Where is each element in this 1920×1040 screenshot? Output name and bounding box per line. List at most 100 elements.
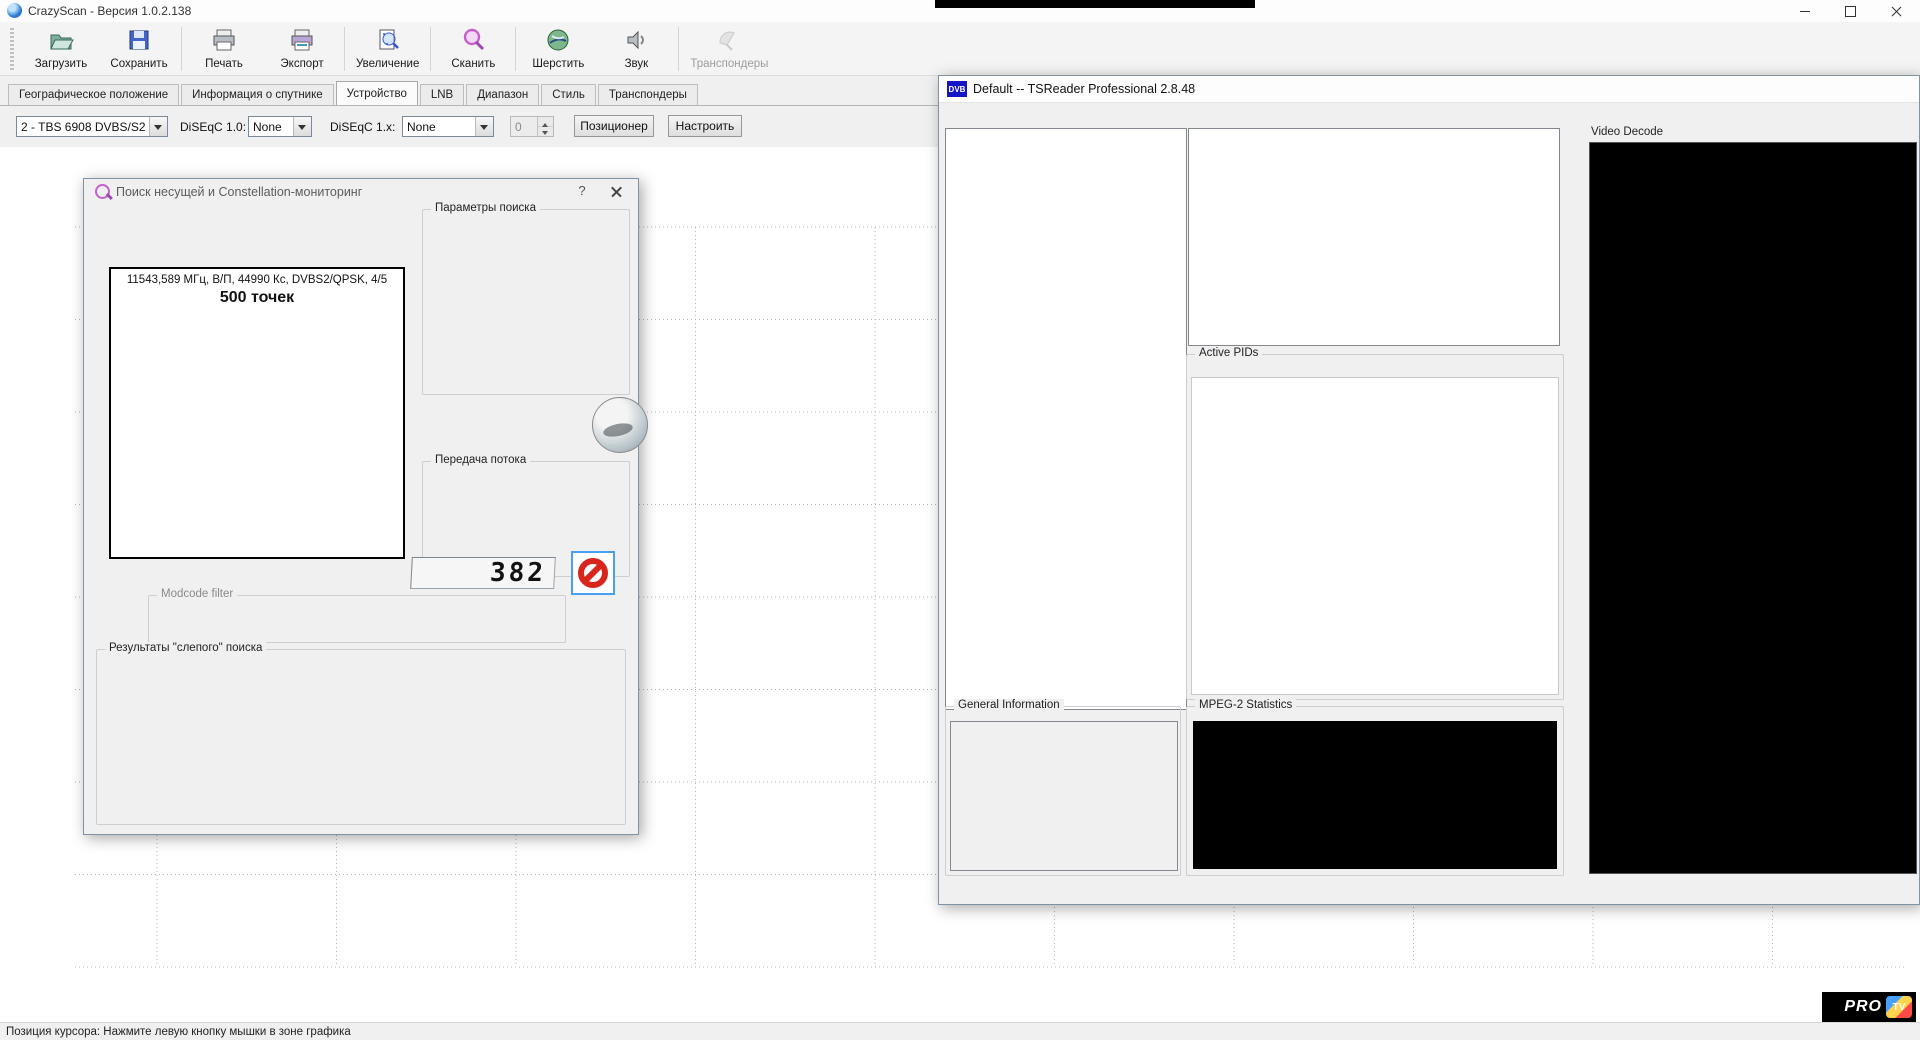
tuner-select-value: 2 - TBS 6908 DVBS/S2 Tuner 0 xyxy=(21,120,149,134)
diseqc10-select-value: None xyxy=(253,120,293,134)
screen: CrazyScan - Версия 1.0.2.138 Загрузить Со… xyxy=(0,0,1920,1040)
carrier-search-dialog: Поиск несущей и Constellation-мониторинг… xyxy=(83,178,639,835)
toolbar-button-label: Сканить xyxy=(451,58,495,70)
dvb-logo-icon: DVB xyxy=(947,81,967,97)
toolbar-button-label: Экспорт xyxy=(280,58,323,70)
toolbar-button-label: Печать xyxy=(205,58,243,70)
active-pids-list[interactable] xyxy=(1191,377,1559,695)
tab-2[interactable]: Информация о спутнике xyxy=(181,84,334,105)
toolbar-button-6[interactable]: Сканить xyxy=(434,25,512,73)
toolbar-grip[interactable] xyxy=(10,28,14,70)
modcode-legend: Modcode filter xyxy=(157,588,237,600)
tab-7[interactable]: Транспондеры xyxy=(598,84,698,105)
status-bar: Позиция курсора: Нажмите левую кнопку мы… xyxy=(0,1022,1920,1040)
toolbar-separator xyxy=(181,27,182,71)
diseqc1x-select[interactable]: None xyxy=(402,116,494,137)
search-params-legend: Параметры поиска xyxy=(431,202,540,214)
chevron-down-icon xyxy=(293,117,311,136)
tab-4[interactable]: LNB xyxy=(420,84,464,105)
stream-legend: Передача потока xyxy=(431,454,530,466)
save-floppy-icon xyxy=(126,27,152,56)
diseqc1x-label: DiSEqC 1.x: xyxy=(330,116,394,137)
maximize-button[interactable] xyxy=(1828,0,1873,22)
video-decode-label: Video Decode xyxy=(1591,126,1663,138)
speaker-icon xyxy=(623,27,649,56)
diseqc10-label: DiSEqC 1.0: xyxy=(180,116,242,137)
toolbar-button-2[interactable]: Сохранить xyxy=(100,25,178,73)
general-info-group: General Information xyxy=(945,706,1181,876)
results-legend: Результаты "слепого" поиска xyxy=(105,642,266,654)
mpeg2-stats-legend: MPEG-2 Statistics xyxy=(1195,699,1296,711)
toolbar-button-label: Увеличение xyxy=(356,58,419,70)
satellite-icon xyxy=(716,27,742,56)
fish-globe-icon xyxy=(592,397,648,453)
modcode-group: Modcode filter xyxy=(148,595,566,643)
results-group: Результаты "слепого" поиска xyxy=(96,649,626,825)
toolbar-separator xyxy=(515,27,516,71)
toolbar-button-3[interactable]: Печать xyxy=(185,25,263,73)
toolbar-separator xyxy=(344,27,345,71)
protv-tv-icon: TV xyxy=(1886,996,1912,1018)
tsreader-titlebar[interactable]: DVB Default -- TSReader Professional 2.8… xyxy=(939,76,1919,103)
tab-6[interactable]: Стиль xyxy=(541,84,596,105)
toolbar-button-4[interactable]: Экспорт xyxy=(263,25,341,73)
toolbar-separator xyxy=(430,27,431,71)
constellation-header: 11543,589 МГц, В/П, 44990 Кс, DVBS2/QPSK… xyxy=(111,274,403,286)
spin-up-icon xyxy=(538,117,553,127)
spin-down-icon xyxy=(538,127,553,136)
tuner-select[interactable]: 2 - TBS 6908 DVBS/S2 Tuner 0 xyxy=(16,116,168,137)
tsreader-menubar xyxy=(939,102,1919,124)
configure-button[interactable]: Настроить xyxy=(668,115,742,137)
position-spinner-value: 0 xyxy=(515,120,537,134)
tab-5[interactable]: Диапазон xyxy=(466,84,539,105)
open-folder-icon xyxy=(48,27,74,56)
toolbar-button-label: Загрузить xyxy=(35,58,88,70)
globe-scan-icon xyxy=(545,27,571,56)
pid-tree[interactable] xyxy=(945,128,1187,710)
diseqc1x-select-value: None xyxy=(407,120,475,134)
video-decode-screen xyxy=(1589,142,1917,874)
toolbar-button-label: Сохранить xyxy=(110,58,167,70)
general-info-legend: General Information xyxy=(954,699,1064,711)
constellation-scatter xyxy=(114,315,400,553)
toolbar-separator xyxy=(678,27,679,71)
seven-segment-counter: 382 xyxy=(410,557,556,589)
search-params-group: Параметры поиска xyxy=(422,209,630,395)
toolbar-button-7[interactable]: Шерстить xyxy=(519,25,597,73)
stop-icon xyxy=(578,558,608,588)
toolbar-button-9[interactable]: Транспондеры xyxy=(682,25,776,73)
diseqc10-select[interactable]: None xyxy=(248,116,312,137)
positioner-button[interactable]: Позиционер xyxy=(574,115,654,137)
magnifier-icon xyxy=(95,184,110,199)
stop-button[interactable] xyxy=(571,551,615,595)
dialog-help-button[interactable]: ? xyxy=(572,183,592,201)
active-pids-group: Active PIDs xyxy=(1186,354,1564,700)
minimize-button[interactable] xyxy=(1782,0,1827,22)
spinner-buttons[interactable] xyxy=(537,117,553,136)
general-info-box xyxy=(950,721,1178,871)
tsreader-title: Default -- TSReader Professional 2.8.48 xyxy=(973,82,1195,96)
toolbar-button-5[interactable]: Увеличение xyxy=(348,25,427,73)
constellation-points-count: 500 точек xyxy=(111,289,403,307)
dialog-titlebar[interactable]: Поиск несущей и Constellation-мониторинг… xyxy=(84,179,638,205)
scan-magnifier-icon xyxy=(460,27,486,56)
status-text: Позиция курсора: Нажмите левую кнопку мы… xyxy=(6,1026,351,1038)
dialog-title: Поиск несущей и Constellation-мониторинг xyxy=(116,185,362,199)
position-spinner[interactable]: 0 xyxy=(510,116,554,137)
tab-3[interactable]: Устройство xyxy=(336,81,418,105)
toolbar-button-label: Звук xyxy=(625,58,649,70)
chevron-down-icon xyxy=(149,117,167,136)
tab-1[interactable]: Географическое положение xyxy=(8,84,179,105)
active-pids-legend: Active PIDs xyxy=(1195,347,1262,359)
constellation-panel: 11543,589 МГц, В/П, 44990 Кс, DVBS2/QPSK… xyxy=(109,267,405,559)
close-button[interactable] xyxy=(1874,0,1919,22)
main-window-title: CrazyScan - Версия 1.0.2.138 xyxy=(28,4,191,18)
dialog-close-button[interactable] xyxy=(606,183,628,201)
program-info-panel xyxy=(1188,128,1560,346)
protv-pro-text: PRO xyxy=(1844,998,1882,1016)
toolbar-button-1[interactable]: Загрузить xyxy=(22,25,100,73)
toolbar-button-8[interactable]: Звук xyxy=(597,25,675,73)
toolbar-button-label: Шерстить xyxy=(532,58,584,70)
toolbar-button-label: Транспондеры xyxy=(690,58,768,70)
chevron-down-icon xyxy=(475,117,493,136)
